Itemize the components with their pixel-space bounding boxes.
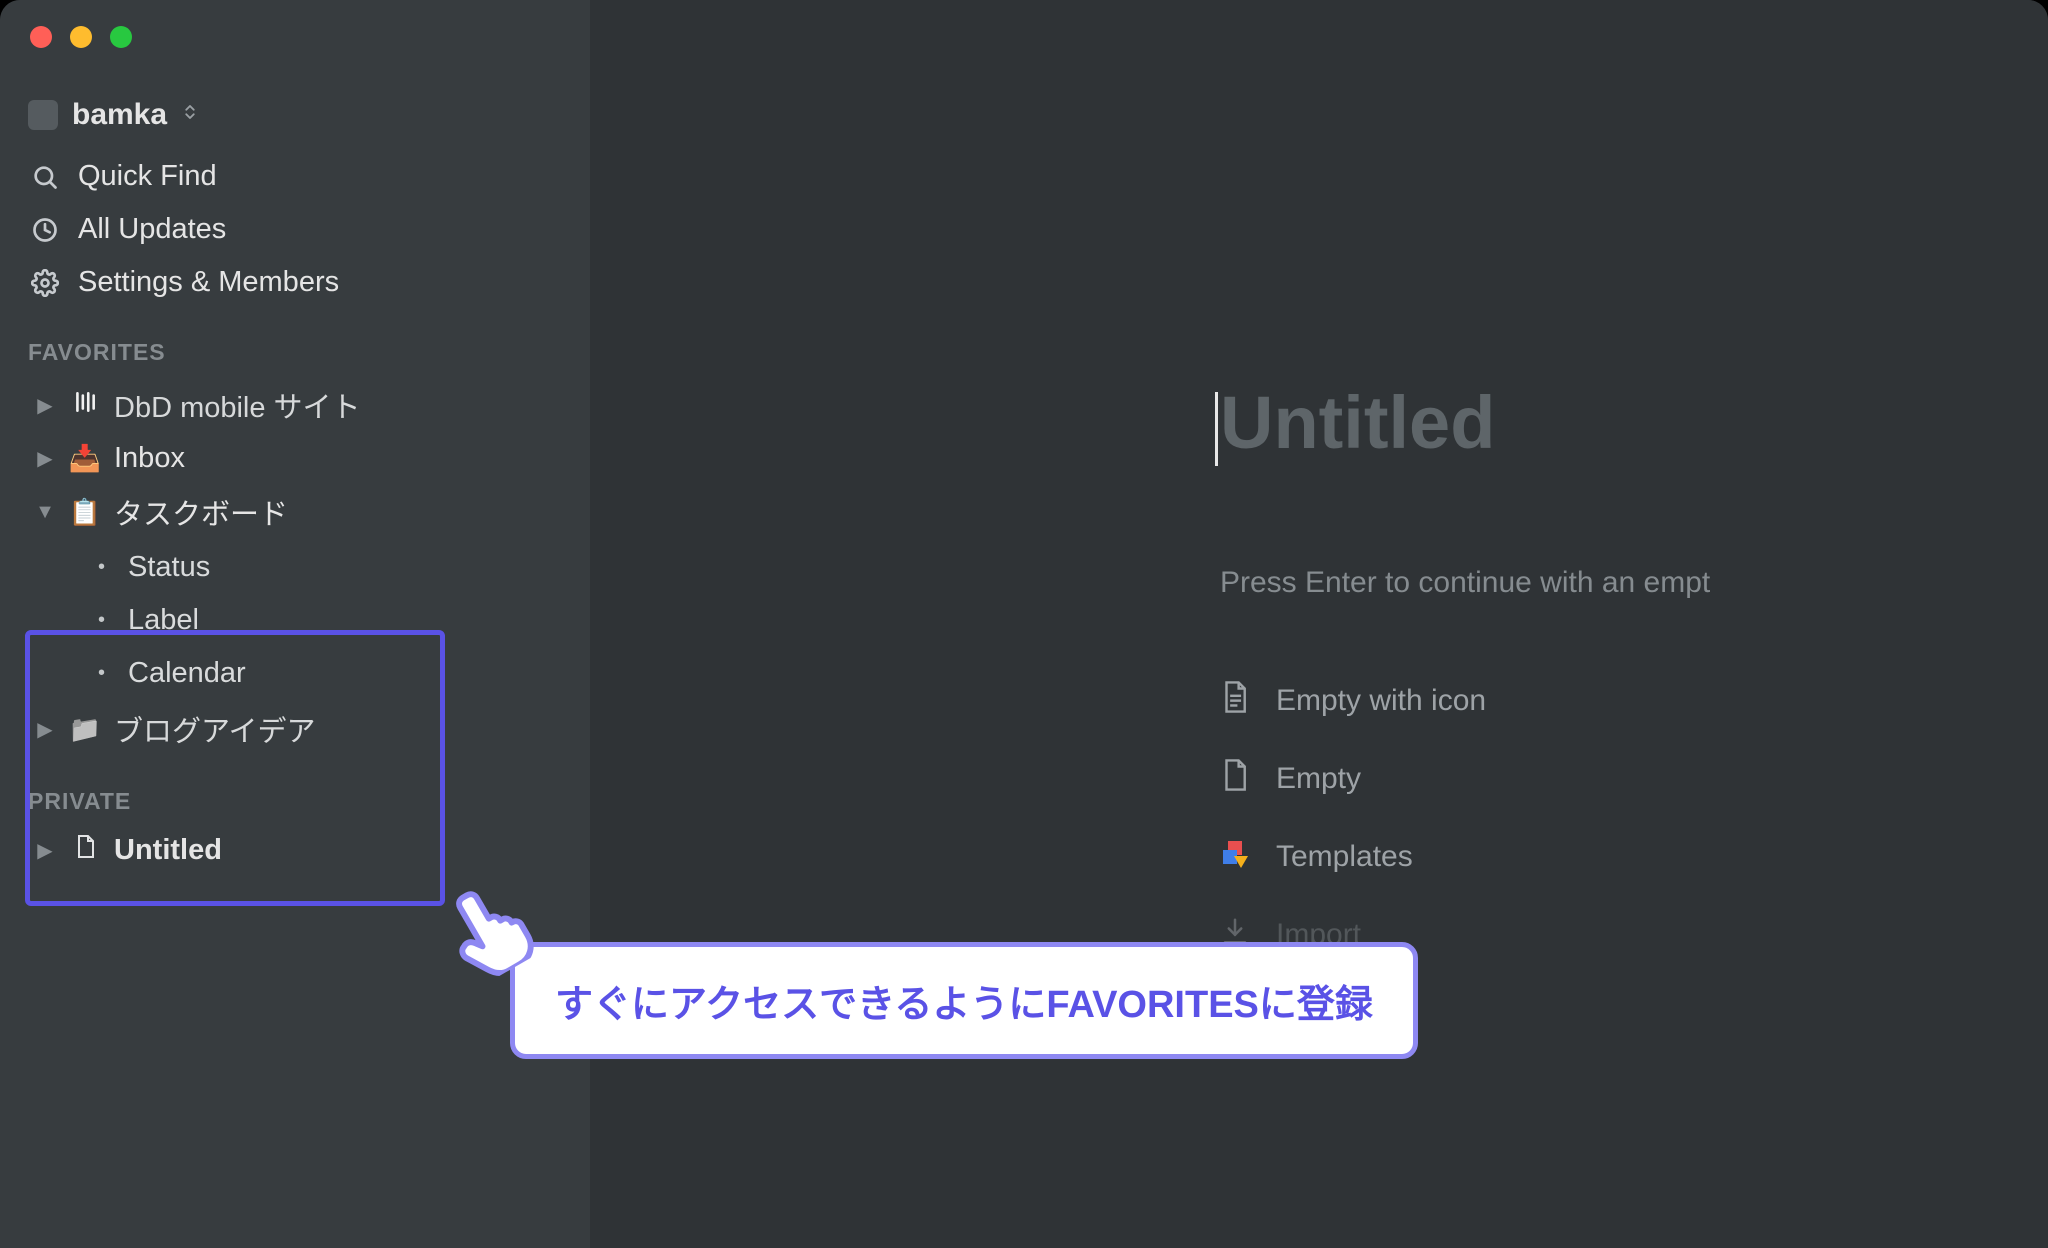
template-label: Empty [1276, 762, 1361, 796]
annotation-callout: すぐにアクセスできるようにFAVORITESに登録 [510, 942, 1418, 1059]
page-hint: Press Enter to continue with an empt [1220, 566, 1710, 600]
sidebar-item-taskboard[interactable]: ▼ 📋 タスクボード [0, 483, 590, 541]
sidebar-subitem-status[interactable]: • Status [0, 541, 590, 594]
text-cursor [1215, 392, 1218, 466]
sidebar-item-label: Untitled [114, 834, 562, 867]
page-icon [1220, 758, 1250, 800]
clipboard-icon: 📋 [68, 497, 102, 528]
template-empty-with-icon[interactable]: Empty with icon [1220, 680, 1486, 722]
template-empty[interactable]: Empty [1220, 758, 1486, 800]
sidebar-item-label: タスクボード [114, 491, 562, 533]
caret-right-icon[interactable]: ▶ [34, 717, 56, 742]
sidebar-section-private: PRIVATE [0, 758, 590, 825]
folder-icon: 📁 [68, 714, 102, 745]
page-icon [68, 833, 102, 868]
caret-right-icon[interactable]: ▶ [34, 393, 56, 418]
workspace-switcher[interactable]: bamka [0, 80, 590, 150]
page-content [590, 0, 2048, 1248]
template-label: Templates [1276, 840, 1413, 874]
bullet-icon: • [98, 609, 114, 632]
sidebar-subitem-calendar[interactable]: • Calendar [0, 647, 590, 700]
clock-icon [28, 216, 62, 244]
caret-down-icon[interactable]: ▼ [34, 501, 56, 524]
chevron-up-down-icon [181, 101, 199, 129]
workspace-name: bamka [72, 98, 167, 132]
nav-label: All Updates [78, 213, 226, 246]
minimize-window-button[interactable] [70, 26, 92, 48]
nav-label: Quick Find [78, 160, 217, 193]
all-updates-button[interactable]: All Updates [0, 203, 590, 256]
sidebar-item-label: Inbox [114, 442, 562, 475]
page-title[interactable]: Untitled [1220, 380, 1495, 465]
fullscreen-window-button[interactable] [110, 26, 132, 48]
template-label: Empty with icon [1276, 684, 1486, 718]
caret-right-icon[interactable]: ▶ [34, 838, 56, 863]
template-list: Empty with icon Empty Templates Import [1220, 680, 1486, 956]
sidebar-subitem-label[interactable]: • Label [0, 594, 590, 647]
bullet-icon: • [98, 662, 114, 685]
sidebar-item-blog-idea[interactable]: ▶ 📁 ブログアイデア [0, 700, 590, 758]
sidebar-item-label: Label [128, 604, 199, 637]
sidebar-section-favorites: FAVORITES [0, 309, 590, 376]
window-traffic-lights[interactable] [30, 26, 132, 48]
nav-label: Settings & Members [78, 266, 339, 299]
sidebar: bamka Quick Find All Updates [0, 0, 590, 1248]
sidebar-item-label: ブログアイデア [114, 708, 562, 750]
bullet-icon: • [98, 556, 114, 579]
quick-find-button[interactable]: Quick Find [0, 150, 590, 203]
sidebar-item-inbox[interactable]: ▶ 📥 Inbox [0, 434, 590, 483]
sidebar-item-dbd-mobile[interactable]: ▶ DbD mobile サイト [0, 376, 590, 434]
templates-icon [1220, 836, 1250, 878]
template-templates[interactable]: Templates [1220, 836, 1486, 878]
annotation-text: すぐにアクセスできるようにFAVORITESに登録 [555, 984, 1373, 1026]
inbox-tray-icon: 📥 [68, 443, 102, 474]
dbd-icon [68, 389, 102, 422]
settings-members-button[interactable]: Settings & Members [0, 256, 590, 309]
close-window-button[interactable] [30, 26, 52, 48]
search-icon [28, 163, 62, 191]
sidebar-item-label: DbD mobile サイト [114, 384, 562, 426]
workspace-avatar [28, 100, 58, 130]
gear-icon [28, 269, 62, 297]
sidebar-item-label: Calendar [128, 657, 246, 690]
page-lines-icon [1220, 680, 1250, 722]
sidebar-item-label: Status [128, 551, 210, 584]
caret-right-icon[interactable]: ▶ [34, 446, 56, 471]
